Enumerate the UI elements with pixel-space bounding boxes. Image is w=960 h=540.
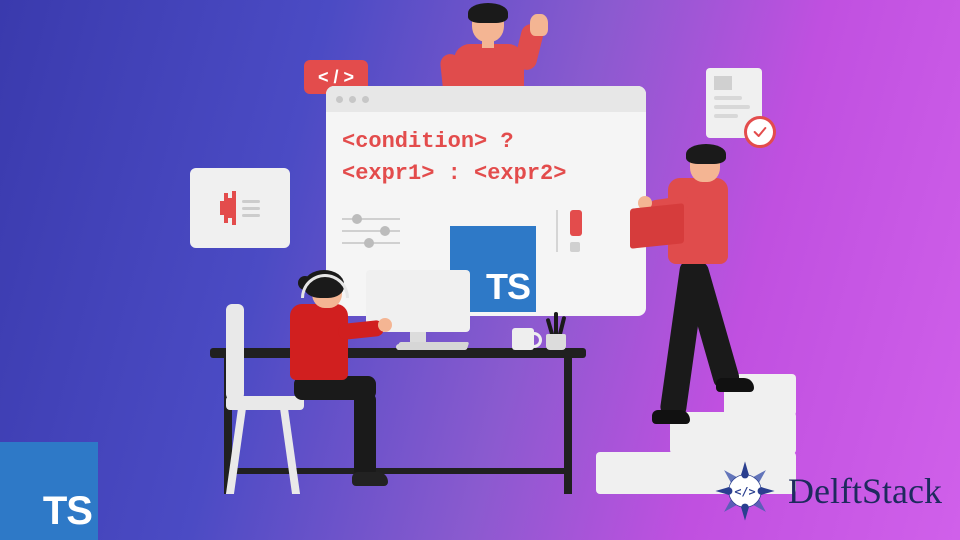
mug-icon [512, 328, 534, 350]
plant-icon [544, 310, 568, 350]
delftstack-emblem-icon: </> [708, 454, 782, 528]
code-line-1: <condition> ? [342, 126, 630, 158]
checkmark-icon [744, 116, 776, 148]
typescript-logo-text: TS [43, 489, 92, 534]
laptop-icon [630, 203, 684, 249]
brand-name: DelftStack [788, 470, 942, 512]
svg-text:</>: </> [734, 484, 755, 498]
brand: </> DelftStack [708, 454, 942, 528]
typescript-logo: TS [0, 442, 98, 540]
code-tag-label: < / > [318, 67, 354, 88]
window-titlebar [326, 86, 646, 112]
person-sitting-illustration [242, 274, 422, 494]
document-icon [706, 68, 762, 138]
code-line-2: <expr1> : <expr2> [342, 158, 630, 190]
stats-panel [190, 168, 290, 248]
typescript-badge-text: TS [486, 266, 530, 308]
person-standing-illustration [620, 148, 790, 478]
